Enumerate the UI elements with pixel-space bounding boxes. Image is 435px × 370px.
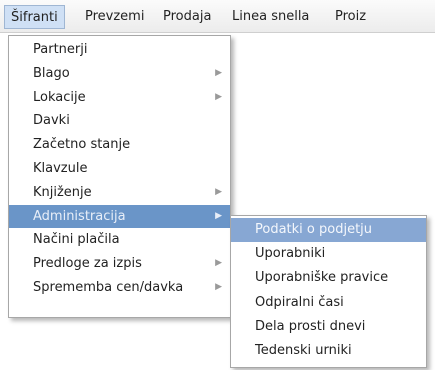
menu-item-label: Davki (33, 113, 70, 129)
menu-item-label: Lokacije (33, 89, 86, 105)
menu-item-partnerji[interactable]: Partnerji (9, 38, 230, 62)
menubar-item-sifranti[interactable]: Šifranti (4, 5, 65, 29)
chevron-right-icon: ▶ (215, 210, 222, 221)
chevron-right-icon: ▶ (215, 281, 222, 292)
menu-item-lokacije[interactable]: Lokacije ▶ (9, 86, 230, 110)
menu-item-label: Predloge za izpis (33, 256, 142, 272)
menu-item-klavzule[interactable]: Klavzule (9, 157, 230, 181)
submenu-item-uporabniske-pravice[interactable]: Uporabniške pravice (231, 266, 426, 290)
submenu-item-label: Tedenski urniki (255, 342, 352, 358)
menu-item-label: Sprememba cen/davka (33, 279, 184, 295)
submenu-item-tedenski-urniki[interactable]: Tedenski urniki (231, 339, 426, 363)
menubar-item-linea-snella[interactable]: Linea snella (226, 5, 315, 29)
menu-item-administracija[interactable]: Administracija ▶ (9, 204, 230, 229)
menu-item-label: Partnerji (33, 42, 88, 57)
submenu-item-label: Uporabniki (255, 246, 326, 262)
menu-item-sprememba-cen-davka[interactable]: Sprememba cen/davka ▶ (9, 276, 230, 300)
administracija-submenu: Podatki o podjetju Uporabniki Uporabnišk… (230, 215, 427, 368)
menu-item-nacini-placila[interactable]: Načini plačila (9, 228, 230, 252)
menubar-item-proiz[interactable]: Proiz (329, 5, 372, 29)
menu-item-label: Blago (33, 65, 70, 81)
menu-item-davki[interactable]: Davki (9, 109, 230, 133)
submenu-item-uporabniki[interactable]: Uporabniki (231, 242, 426, 266)
submenu-item-dela-prosti-dnevi[interactable]: Dela prosti dnevi (231, 315, 426, 339)
menu-item-label: Začetno stanje (33, 137, 131, 153)
sifranti-dropdown-menu: Partnerji Blago ▶ Lokacije ▶ Davki Začetno… (8, 35, 231, 318)
menu-item-zacetno-stanje[interactable]: Začetno stanje (9, 133, 230, 157)
submenu-item-label: Dela prosti dnevi (255, 318, 366, 334)
submenu-item-label: Podatki o podjetju (255, 222, 373, 237)
menu-item-label: Klavzule (33, 160, 88, 176)
menu-item-label: Knjiženje (33, 184, 92, 200)
menu-bar: Šifranti Prevzemi Prodaja Linea snella P… (0, 0, 435, 33)
menu-item-label: Administracija (33, 208, 126, 224)
chevron-right-icon: ▶ (215, 91, 222, 102)
chevron-right-icon: ▶ (215, 258, 222, 269)
menu-item-predloge-za-izpis[interactable]: Predloge za izpis ▶ (9, 252, 230, 276)
submenu-item-label: Uporabniške pravice (255, 270, 389, 286)
menu-item-label: Načini plačila (33, 232, 120, 248)
chevron-right-icon: ▶ (215, 67, 222, 78)
submenu-item-podatki-o-podjetju[interactable]: Podatki o podjetju (231, 218, 426, 243)
chevron-right-icon: ▶ (215, 186, 222, 197)
submenu-item-odpiralni-casi[interactable]: Odpiralni časi (231, 291, 426, 315)
menubar-item-prevzemi[interactable]: Prevzemi (79, 5, 150, 29)
submenu-item-label: Odpiralni časi (255, 294, 344, 310)
menu-item-blago[interactable]: Blago ▶ (9, 62, 230, 86)
menu-item-knjizenje[interactable]: Knjiženje ▶ (9, 181, 230, 205)
menubar-item-prodaja[interactable]: Prodaja (157, 5, 217, 29)
